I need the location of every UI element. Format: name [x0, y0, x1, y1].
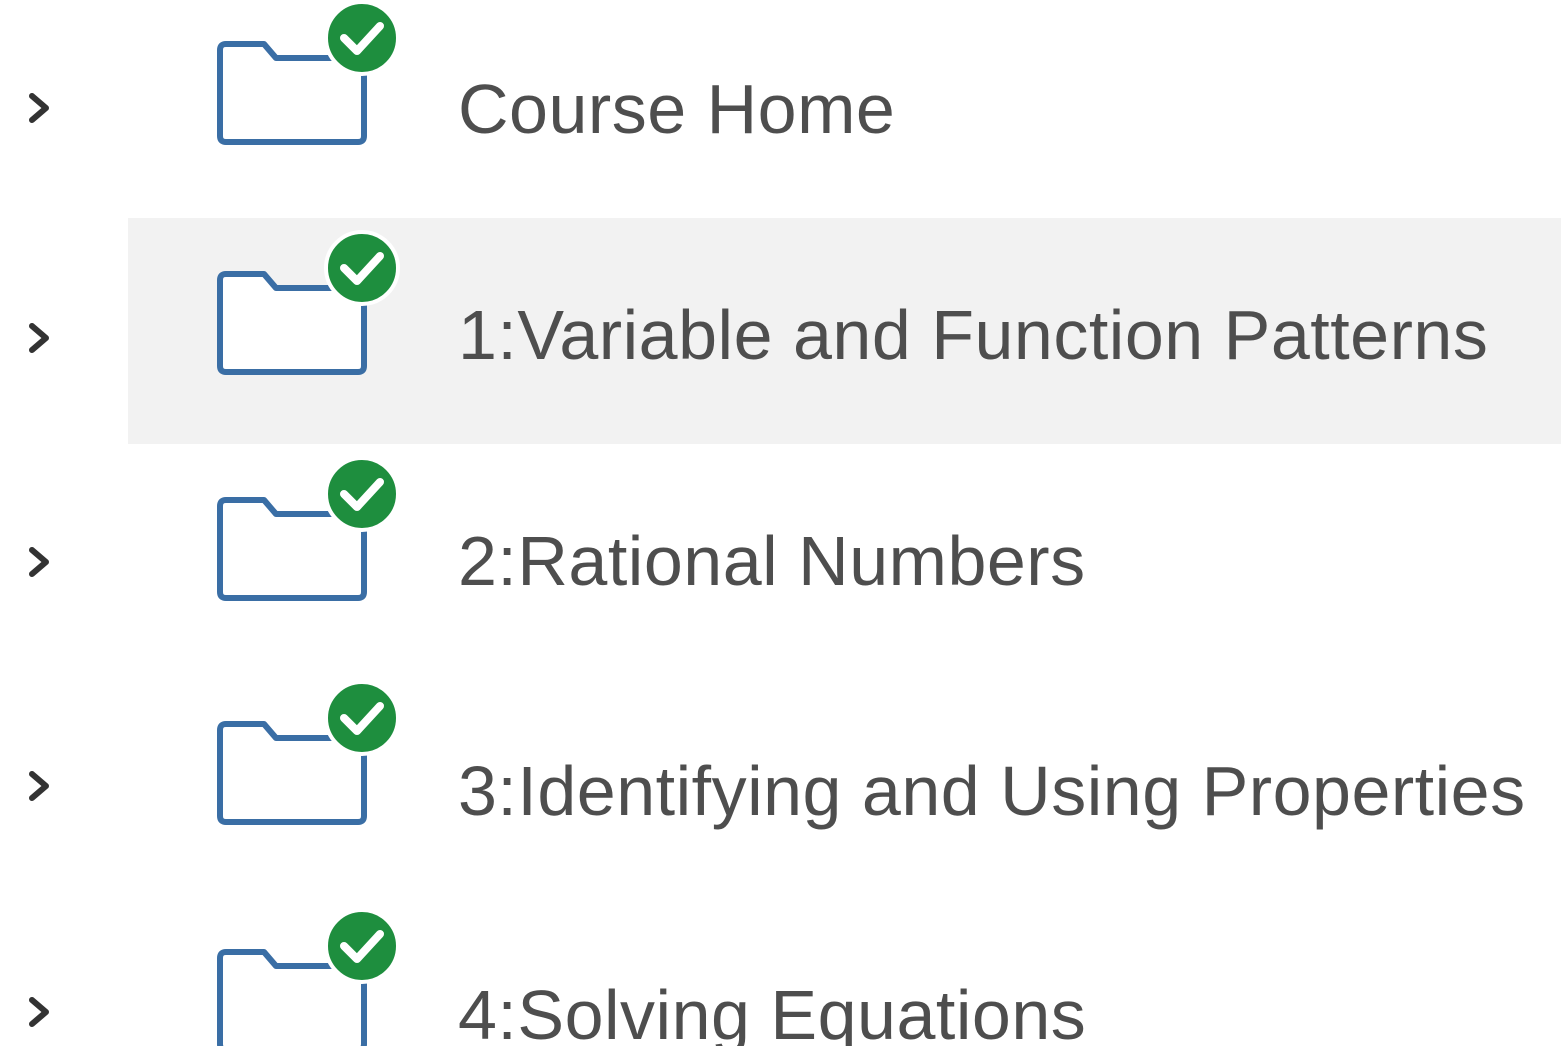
tree-item-label[interactable]: Course Home: [458, 74, 895, 144]
check-circle-icon: [324, 908, 400, 984]
folder-icon: [217, 230, 400, 375]
folder-icon: [217, 456, 400, 601]
chevron-right-icon[interactable]: [14, 536, 66, 588]
tree-item-course-home[interactable]: Course Home: [0, 0, 1561, 226]
check-circle-icon: [324, 680, 400, 756]
folder-icon: [217, 908, 400, 1046]
course-tree: Course Home 1:Variable and Function Patt…: [0, 0, 1561, 1046]
tree-item-unit-1[interactable]: 1:Variable and Function Patterns: [0, 218, 1561, 444]
folder-icon: [217, 680, 400, 825]
tree-item-unit-4[interactable]: 4:Solving Equations: [0, 896, 1561, 1046]
check-circle-icon: [324, 0, 400, 76]
tree-item-unit-3[interactable]: 3:Identifying and Using Properties: [0, 670, 1561, 896]
tree-item-label[interactable]: 2:Rational Numbers: [458, 526, 1086, 596]
chevron-right-icon[interactable]: [14, 760, 66, 812]
tree-item-label[interactable]: 1:Variable and Function Patterns: [458, 300, 1488, 370]
check-circle-icon: [324, 456, 400, 532]
tree-item-unit-2[interactable]: 2:Rational Numbers: [0, 444, 1561, 670]
chevron-right-icon[interactable]: [14, 312, 66, 364]
tree-item-label[interactable]: 3:Identifying and Using Properties: [458, 756, 1526, 826]
folder-icon: [217, 0, 400, 145]
chevron-right-icon[interactable]: [14, 986, 66, 1038]
check-circle-icon: [324, 230, 400, 306]
tree-item-label[interactable]: 4:Solving Equations: [458, 980, 1086, 1046]
chevron-right-icon[interactable]: [14, 82, 66, 134]
